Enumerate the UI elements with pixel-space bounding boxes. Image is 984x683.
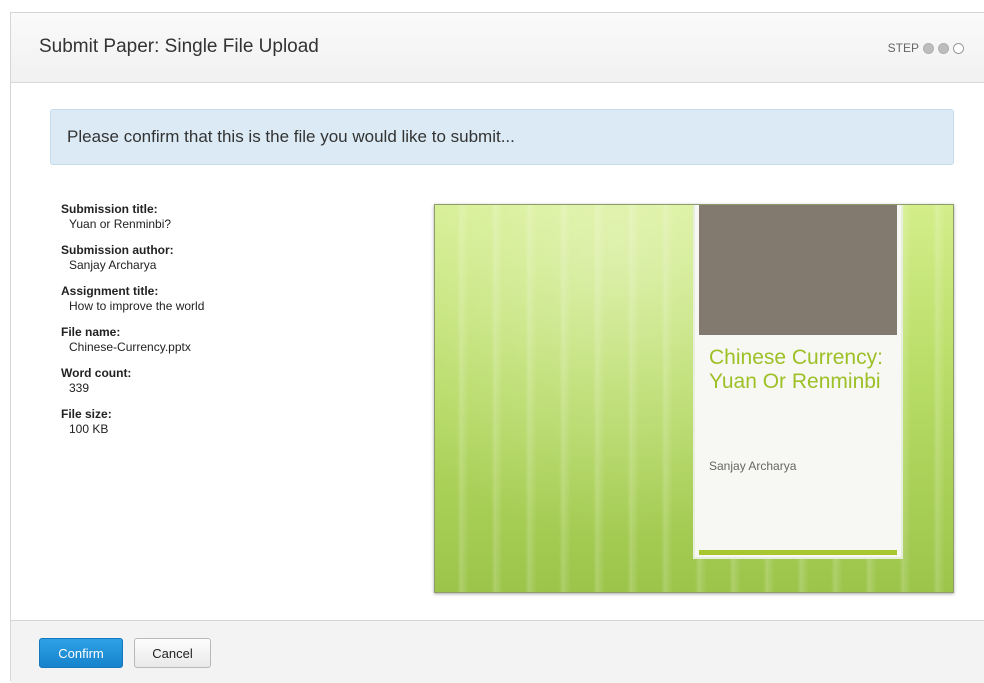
field-value: Chinese-Currency.pptx [69, 340, 191, 354]
assignment-title-field: Assignment title: How to improve the wor… [61, 284, 381, 314]
field-label: Assignment title: [61, 284, 159, 298]
step-indicator: STEP [888, 41, 964, 55]
confirm-button[interactable]: Confirm [39, 638, 123, 668]
field-label: Word count: [61, 366, 132, 380]
slide-author: Sanjay Archarya [709, 459, 797, 473]
submission-author-field: Submission author: Sanjay Archarya [61, 243, 381, 273]
step-1-dot-icon [923, 42, 934, 54]
field-label: File size: [61, 407, 112, 421]
field-value: 100 KB [69, 422, 109, 436]
submit-dialog: Submit Paper: Single File Upload STEP Pl… [10, 12, 984, 683]
confirm-message: Please confirm that this is the file you… [67, 127, 515, 146]
field-label: File name: [61, 325, 121, 339]
slide-title: Chinese Currency: Yuan Or Renminbi [709, 346, 883, 393]
submission-details: Submission title: Yuan or Renminbi? Subm… [61, 202, 381, 448]
file-name-field: File name: Chinese-Currency.pptx [61, 325, 381, 355]
field-value: 339 [69, 381, 90, 395]
dialog-header: Submit Paper: Single File Upload STEP [11, 13, 984, 83]
slide-image-placeholder [699, 205, 897, 335]
file-preview: Chinese Currency: Yuan Or Renminbi Sanja… [434, 204, 954, 593]
step-2-dot-icon [938, 42, 949, 54]
page-title: Submit Paper: Single File Upload [39, 36, 319, 57]
field-value: Yuan or Renminbi? [69, 217, 172, 231]
field-label: Submission title: [61, 202, 158, 216]
cancel-button[interactable]: Cancel [134, 638, 211, 668]
file-size-field: File size: 100 KB [61, 407, 381, 437]
slide-accent-bar [699, 550, 897, 555]
dialog-footer: Confirm Cancel [11, 620, 984, 683]
field-label: Submission author: [61, 243, 174, 257]
confirm-banner: Please confirm that this is the file you… [50, 109, 954, 165]
word-count-field: Word count: 339 [61, 366, 381, 396]
step-label: STEP [887, 41, 919, 55]
field-value: How to improve the world [69, 299, 205, 313]
field-value: Sanjay Archarya [69, 258, 157, 272]
slide-title-card: Chinese Currency: Yuan Or Renminbi Sanja… [695, 205, 901, 557]
submission-title-field: Submission title: Yuan or Renminbi? [61, 202, 381, 232]
step-3-dot-icon [953, 42, 964, 54]
